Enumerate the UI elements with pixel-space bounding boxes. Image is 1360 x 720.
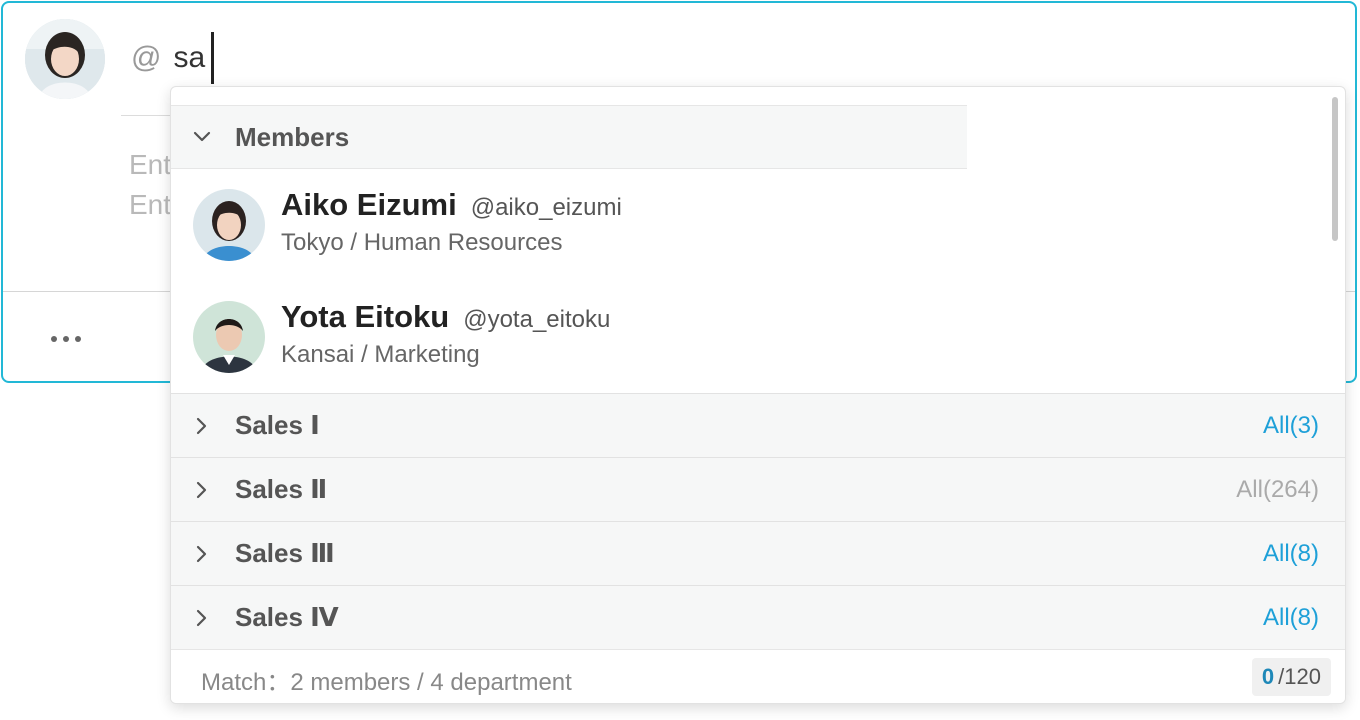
select-all-link[interactable]: All(8) <box>1263 604 1319 632</box>
department-row-sales-1[interactable]: Sales Ⅰ All(3) <box>171 393 1345 457</box>
select-all-link[interactable]: All(3) <box>1263 412 1319 440</box>
body-placeholder-line-2[interactable]: Ent <box>129 189 171 221</box>
member-item[interactable]: Aiko Eizumi @aiko_eizumi Tokyo / Human Re… <box>171 169 1331 281</box>
department-row-sales-2[interactable]: Sales Ⅱ All(264) <box>171 457 1345 521</box>
ellipsis-icon <box>75 336 81 342</box>
chevron-right-icon <box>196 481 207 498</box>
department-row-sales-3[interactable]: Sales Ⅲ All(8) <box>171 521 1345 585</box>
avatar <box>193 301 265 373</box>
body-placeholder-line-1[interactable]: Ent <box>129 149 171 181</box>
at-symbol: @ <box>131 41 162 74</box>
member-department: Tokyo / Human Resources <box>281 229 563 256</box>
member-department: Kansai / Marketing <box>281 341 480 368</box>
chevron-right-icon <box>196 545 207 562</box>
chevron-right-icon <box>196 417 207 434</box>
member-name-text: Yota Eitoku <box>281 299 450 334</box>
member-name: Yota Eitoku @yota_eitoku <box>281 299 610 335</box>
member-item[interactable]: Yota Eitoku @yota_eitoku Kansai / Marketi… <box>171 281 1331 393</box>
member-handle: @aiko_eizumi <box>470 194 622 221</box>
mention-suggestions-dropdown: Members Aiko Eizumi @aiko_eizumi Tokyo / … <box>170 86 1346 704</box>
mention-input[interactable]: @ sa <box>131 32 215 84</box>
selection-count: 0 <box>1261 664 1275 689</box>
select-all-link-disabled: All(264) <box>1236 475 1319 503</box>
member-name-text: Aiko Eizumi <box>281 187 457 222</box>
member-handle: @yota_eitoku <box>463 306 611 333</box>
match-summary-text: Match：2 members / 4 department <box>201 669 572 696</box>
ellipsis-icon <box>63 336 69 342</box>
selection-max: /120 <box>1278 664 1321 689</box>
match-summary-footer: Match：2 members / 4 department 0 /120 <box>171 649 1345 703</box>
department-label: Sales Ⅳ <box>235 602 339 632</box>
text-cursor <box>211 32 215 84</box>
ellipsis-icon <box>51 336 57 342</box>
department-label: Sales Ⅲ <box>235 538 335 568</box>
current-user-avatar <box>25 19 105 99</box>
select-all-link[interactable]: All(8) <box>1263 540 1319 568</box>
chevron-down-icon <box>193 131 211 142</box>
group-header-members[interactable]: Members <box>171 105 967 169</box>
department-label: Sales Ⅱ <box>235 474 328 504</box>
selection-counter: 0 /120 <box>1251 658 1331 696</box>
avatar <box>193 189 265 261</box>
more-options-button[interactable] <box>43 321 89 357</box>
member-name: Aiko Eizumi @aiko_eizumi <box>281 187 622 223</box>
mention-query-text: sa <box>173 41 206 74</box>
chevron-right-icon <box>196 609 207 626</box>
group-label: Members <box>235 121 350 152</box>
department-row-sales-4[interactable]: Sales Ⅳ All(8) <box>171 585 1345 649</box>
dropdown-scrollbar[interactable] <box>1332 97 1338 241</box>
department-label: Sales Ⅰ <box>235 410 320 440</box>
